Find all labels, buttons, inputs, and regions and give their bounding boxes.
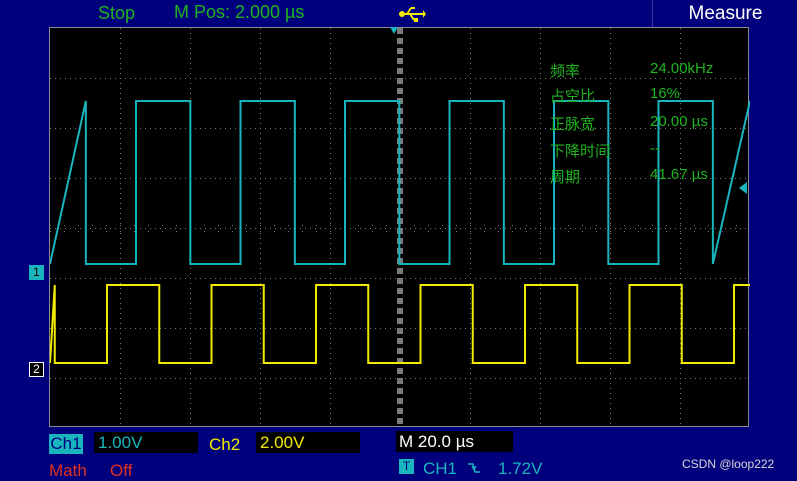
meas-value-pulse-width: 20.00 µs bbox=[650, 113, 708, 130]
ch2-ground-marker[interactable]: 2 bbox=[29, 362, 44, 377]
trigger-position-icon bbox=[390, 27, 398, 34]
meas-value-fall-time: -- bbox=[650, 140, 660, 157]
acquisition-status: Stop bbox=[98, 3, 136, 23]
ch1-waveform bbox=[50, 100, 750, 265]
meas-label-duty: 占空比 bbox=[550, 88, 596, 105]
meas-value-period: 41.67 µs bbox=[650, 166, 708, 183]
ch1-ground-marker[interactable]: 1 bbox=[29, 265, 44, 280]
waveform-display: 频率 24.00kHz 占空比 16% 正脉宽 20.00 µs 下降时间 --… bbox=[49, 27, 750, 427]
trigger-level-icon bbox=[739, 182, 747, 194]
ch2-scale: 2.00V bbox=[256, 432, 360, 453]
trigger-level: 1.72V bbox=[498, 459, 543, 478]
falling-edge-icon bbox=[468, 463, 480, 473]
watermark: CSDN @loop222 bbox=[682, 457, 775, 471]
meas-value-duty: 16% bbox=[650, 85, 681, 102]
meas-label-fall-time: 下降时间 bbox=[550, 143, 611, 160]
time-scale-box: M 20.0 µs bbox=[396, 431, 513, 452]
waveform-traces bbox=[50, 100, 750, 364]
horizontal-position: M Pos: 2.000 µs bbox=[174, 2, 305, 22]
ch2-waveform bbox=[50, 284, 750, 364]
measure-tab[interactable]: Measure bbox=[652, 0, 797, 27]
time-scale: M 20.0 µs bbox=[399, 432, 474, 451]
meas-label-period: 周期 bbox=[550, 169, 581, 186]
usb-icon bbox=[399, 7, 426, 22]
meas-value-frequency: 24.00kHz bbox=[650, 60, 714, 77]
trigger-icon: T bbox=[399, 459, 414, 474]
top-status-bar: Stop M Pos: 2.000 µs Measure bbox=[0, 0, 797, 27]
bottom-status-bar: Ch1 1.00V Ch2 2.00V M 20.0 µs Math Off T… bbox=[0, 427, 797, 480]
ch2-label[interactable]: Ch2 bbox=[209, 435, 240, 455]
math-label[interactable]: Math bbox=[49, 461, 87, 481]
math-state: Off bbox=[110, 461, 133, 480]
ch1-scale: 1.00V bbox=[94, 432, 198, 453]
ch1-label[interactable]: Ch1 bbox=[49, 434, 83, 454]
meas-label-pulse-width: 正脉宽 bbox=[550, 116, 596, 133]
meas-label-frequency: 频率 bbox=[550, 63, 581, 80]
trigger-source: CH1 bbox=[423, 459, 458, 478]
